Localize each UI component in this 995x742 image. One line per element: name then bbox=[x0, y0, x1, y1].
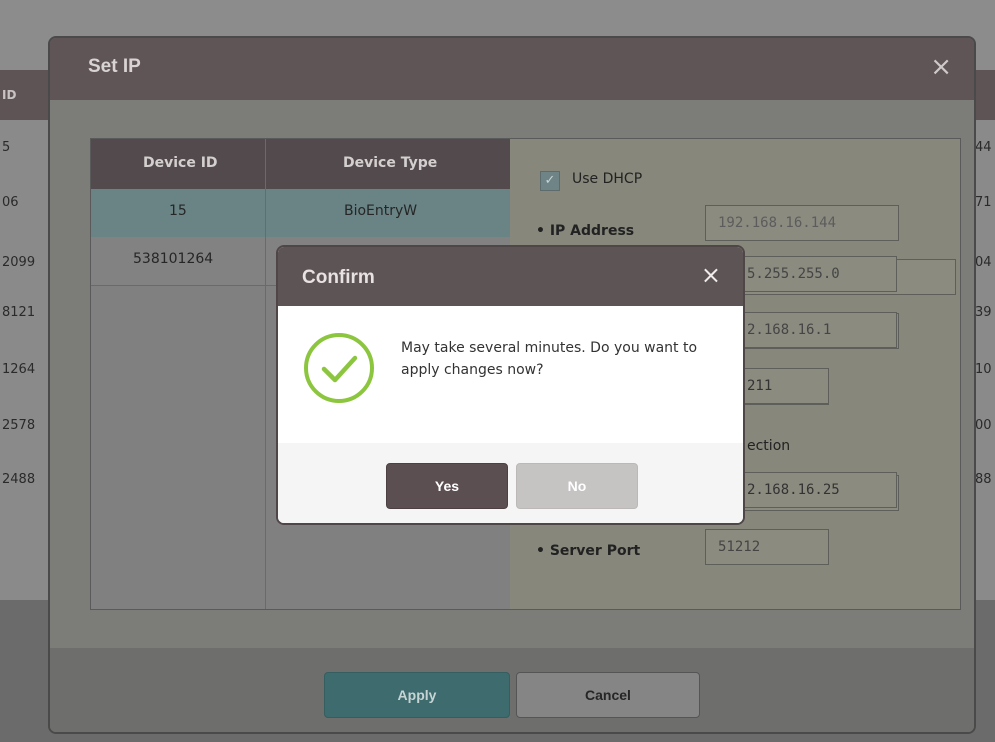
column-divider bbox=[265, 139, 266, 609]
confirm-body: May take several minutes. Do you want to… bbox=[278, 306, 743, 443]
background-cell: 88 bbox=[975, 472, 992, 487]
background-cell: 04 bbox=[975, 255, 992, 270]
confirm-footer: Yes No bbox=[278, 443, 743, 523]
confirm-message: May take several minutes. Do you want to… bbox=[401, 340, 698, 378]
ip-address-label: • IP Address bbox=[536, 223, 635, 239]
check-circle-icon bbox=[302, 331, 376, 409]
set-ip-title: Set IP bbox=[88, 56, 141, 77]
background-cell: 71 bbox=[975, 195, 992, 210]
background-cell: 2488 bbox=[2, 472, 36, 487]
device-id-cell: 15 bbox=[169, 203, 187, 219]
background-cell: 8121 bbox=[2, 305, 36, 320]
background-right-column bbox=[973, 120, 995, 600]
background-cell: 1264 bbox=[2, 362, 36, 377]
background-cell: 44 bbox=[975, 140, 992, 155]
device-id-cell: 538101264 bbox=[133, 251, 214, 267]
background-cell: 10 bbox=[975, 362, 992, 377]
confirm-dialog: Confirm × May take several minutes. Do y… bbox=[276, 245, 745, 525]
server-port-label: • Server Port bbox=[536, 543, 641, 559]
gateway-value: 2.168.16.1 bbox=[745, 312, 897, 348]
column-header-device-id[interactable]: Device ID bbox=[143, 155, 218, 171]
device-type-cell: BioEntryW bbox=[344, 203, 418, 219]
port-value: 211 bbox=[745, 368, 829, 404]
apply-button[interactable]: Apply bbox=[324, 672, 510, 718]
server-ip-value: 2.168.16.25 bbox=[745, 472, 897, 508]
close-icon[interactable]: × bbox=[701, 261, 721, 289]
column-header-device-type[interactable]: Device Type bbox=[343, 155, 437, 171]
device-table-header: Device ID Device Type bbox=[91, 139, 511, 189]
background-left-column bbox=[0, 120, 52, 600]
close-icon[interactable]: × bbox=[930, 52, 952, 82]
server-connection-label: ection bbox=[747, 438, 791, 454]
set-ip-header: Set IP × bbox=[50, 38, 974, 100]
use-dhcp-checkbox[interactable]: ✓ bbox=[540, 171, 560, 191]
table-row[interactable]: 15 BioEntryW bbox=[91, 189, 511, 237]
set-ip-footer: Apply Cancel bbox=[50, 648, 974, 732]
yes-button[interactable]: Yes bbox=[386, 463, 508, 509]
cancel-button[interactable]: Cancel bbox=[516, 672, 700, 718]
background-cell: 39 bbox=[975, 305, 992, 320]
background-cell: 06 bbox=[2, 195, 19, 210]
subnet-mask-value: 5.255.255.0 bbox=[745, 256, 897, 292]
background-cell: 00 bbox=[975, 418, 992, 433]
confirm-title: Confirm bbox=[302, 267, 375, 288]
background-header-cell: ID bbox=[2, 88, 17, 102]
background-cell: 5 bbox=[2, 140, 11, 155]
ip-address-field[interactable]: 192.168.16.144 bbox=[705, 205, 899, 241]
background-cell: 2578 bbox=[2, 418, 36, 433]
confirm-header: Confirm × bbox=[278, 247, 743, 306]
server-port-field[interactable]: 51212 bbox=[705, 529, 829, 565]
no-button[interactable]: No bbox=[516, 463, 638, 509]
background-cell: 2099 bbox=[2, 255, 36, 270]
use-dhcp-label: Use DHCP bbox=[572, 171, 643, 187]
